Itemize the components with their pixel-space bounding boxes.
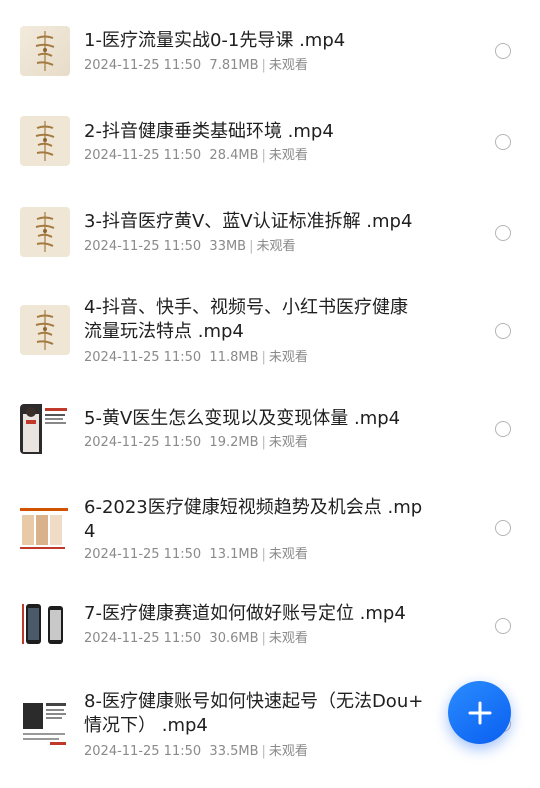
file-size: 7.81MB: [209, 58, 259, 73]
file-size: 28.4MB: [209, 148, 259, 163]
select-radio[interactable]: [495, 43, 511, 59]
file-title: 8-医疗健康账号如何快速起号（无法Dou+ 情况下） .mp4: [84, 691, 424, 736]
watch-status: 未观看: [268, 350, 308, 365]
add-fab-button[interactable]: [448, 681, 511, 744]
file-date: 2024-11-25 11:50: [84, 435, 202, 450]
file-size: 33MB: [209, 239, 247, 254]
file-size: 19.2MB: [209, 435, 259, 450]
file-title: 5-黄V医生怎么变现以及变现体量 .mp4: [84, 408, 401, 429]
video-thumbnail: [20, 116, 70, 166]
file-date: 2024-11-25 11:50: [84, 58, 202, 73]
watch-status: 未观看: [268, 148, 308, 163]
file-title: 3-抖音医疗黄V、蓝V认证标准拆解 .mp4: [84, 211, 413, 232]
file-meta: 2024-11-25 11:50 13.1MB | 未观看: [84, 547, 308, 562]
video-thumbnail: [20, 697, 70, 747]
file-size: 33.5MB: [209, 744, 259, 759]
video-thumbnail: [20, 502, 70, 552]
watch-status: 未观看: [256, 239, 296, 254]
video-thumbnail: [20, 404, 70, 454]
select-radio[interactable]: [495, 618, 511, 634]
plus-icon: [468, 701, 491, 724]
file-meta: 2024-11-25 11:50 28.4MB | 未观看: [84, 148, 308, 163]
file-title: 1-医疗流量实战0-1先导课 .mp4: [84, 30, 346, 51]
file-title: 2-抖音健康垂类基础环境 .mp4: [84, 121, 334, 142]
file-size: 30.6MB: [209, 631, 259, 646]
select-radio[interactable]: [495, 134, 511, 150]
select-radio[interactable]: [495, 323, 511, 339]
watch-status: 未观看: [268, 547, 308, 562]
watch-status: 未观看: [268, 631, 308, 646]
select-radio[interactable]: [495, 225, 511, 241]
file-size: 11.8MB: [209, 350, 259, 365]
video-thumbnail: [20, 26, 70, 76]
file-size: 13.1MB: [209, 547, 259, 562]
file-meta: 2024-11-25 11:50 30.6MB | 未观看: [84, 631, 308, 646]
file-title: 4-抖音、快手、视频号、小红书医疗健康 流量玩法特点 .mp4: [84, 297, 408, 342]
select-radio[interactable]: [495, 520, 511, 536]
video-thumbnail: [20, 207, 70, 257]
file-meta: 2024-11-25 11:50 33MB | 未观看: [84, 239, 296, 254]
select-radio[interactable]: [495, 421, 511, 437]
file-title: 6-2023医疗健康短视频趋势及机会点 .mp 4: [84, 497, 423, 542]
file-meta: 2024-11-25 11:50 33.5MB | 未观看: [84, 744, 308, 759]
file-date: 2024-11-25 11:50: [84, 547, 202, 562]
file-meta: 2024-11-25 11:50 7.81MB | 未观看: [84, 58, 308, 73]
file-date: 2024-11-25 11:50: [84, 350, 202, 365]
video-thumbnail: [20, 305, 70, 355]
video-thumbnail: [20, 600, 70, 650]
file-date: 2024-11-25 11:50: [84, 744, 202, 759]
watch-status: 未观看: [268, 744, 308, 759]
watch-status: 未观看: [268, 435, 308, 450]
file-meta: 2024-11-25 11:50 19.2MB | 未观看: [84, 435, 308, 450]
file-date: 2024-11-25 11:50: [84, 239, 202, 254]
file-title: 7-医疗健康赛道如何做好账号定位 .mp4: [84, 603, 406, 624]
file-date: 2024-11-25 11:50: [84, 148, 202, 163]
file-date: 2024-11-25 11:50: [84, 631, 202, 646]
file-meta: 2024-11-25 11:50 11.8MB | 未观看: [84, 350, 308, 365]
watch-status: 未观看: [268, 58, 308, 73]
